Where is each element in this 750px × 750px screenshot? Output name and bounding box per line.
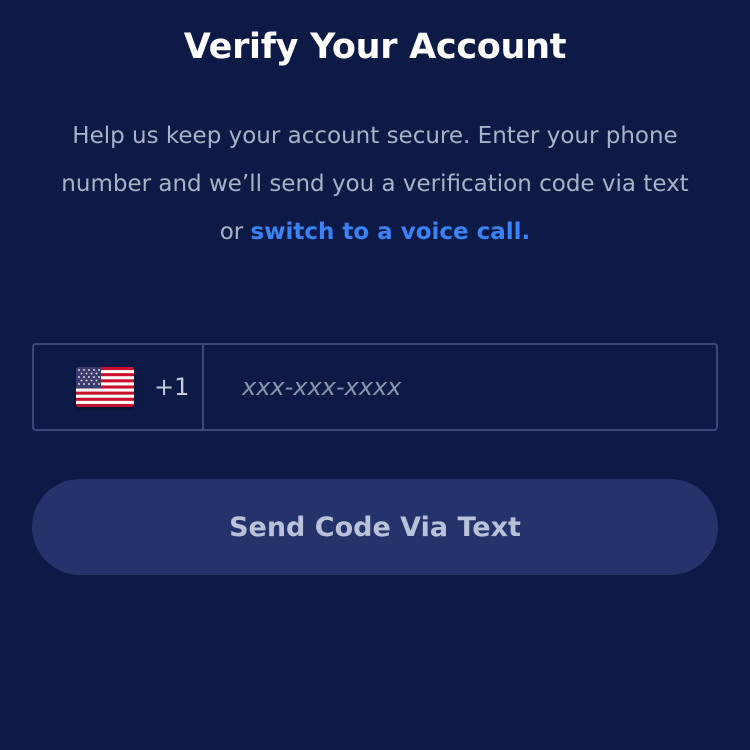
description-text: Help us keep your account secure. Enter … bbox=[50, 112, 700, 256]
country-code-selector[interactable]: +1 bbox=[32, 343, 204, 431]
us-flag-icon bbox=[76, 367, 134, 407]
page-title: Verify Your Account bbox=[183, 27, 567, 67]
phone-entry-row: +1 bbox=[32, 343, 718, 431]
voice-call-link[interactable]: switch to a voice call. bbox=[251, 219, 531, 245]
verify-account-screen: Verify Your Account Help us keep your ac… bbox=[0, 0, 750, 750]
phone-number-input[interactable] bbox=[204, 343, 718, 431]
send-code-via-text-button[interactable]: Send Code Via Text bbox=[32, 479, 718, 575]
dial-code: +1 bbox=[154, 373, 190, 401]
